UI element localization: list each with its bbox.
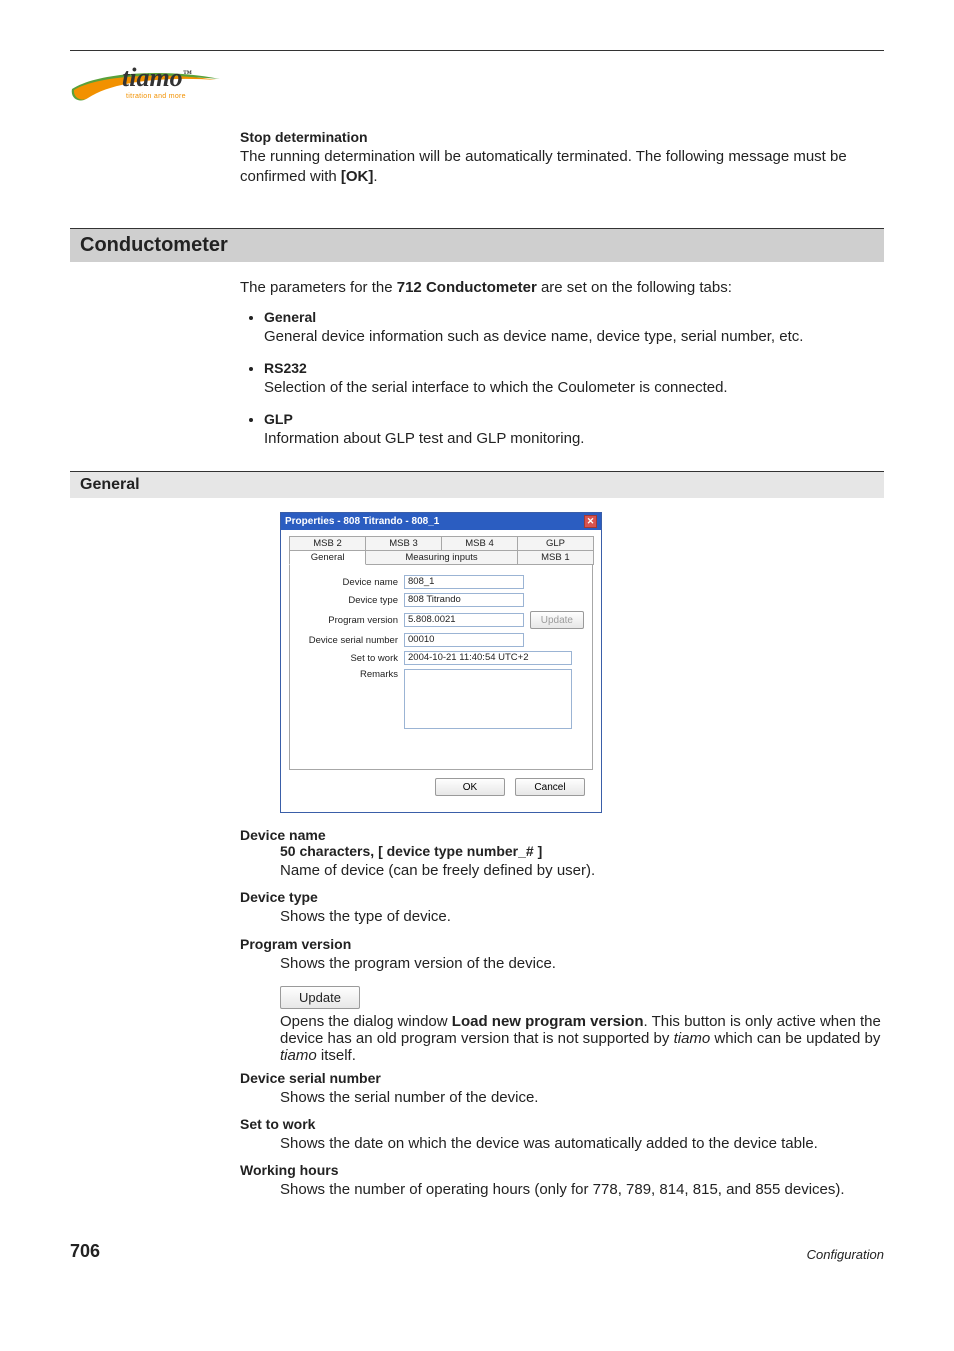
tab-glp[interactable]: GLP [517,536,594,550]
list-item: General General device information such … [264,308,884,347]
tab-msb1[interactable]: MSB 1 [517,550,594,565]
general-heading: General [70,471,884,498]
label-set-to-work: Set to work [298,653,404,664]
logo: tiamo™ titration and more [70,63,884,105]
tab-general[interactable]: General [289,550,366,565]
logo-tm: ™ [183,68,192,78]
label-device-name: Device name [298,577,404,588]
def-device-name: Device name 50 characters, [ device type… [240,827,884,881]
tab-msb4[interactable]: MSB 4 [441,536,518,550]
dialog-titlebar: Properties - 808 Titrando - 808_1 ✕ [281,513,601,530]
conductometer-tabs-list: General General device information such … [264,308,884,449]
def-working-hours: Working hours Shows the number of operat… [240,1162,884,1200]
label-remarks: Remarks [298,669,404,680]
device-type-field: 808 Titrando [404,593,524,607]
set-to-work-field: 2004-10-21 11:40:54 UTC+2 [404,651,572,665]
conductometer-intro: The parameters for the 712 Conductometer… [120,278,884,298]
logo-text: tiamo [122,63,183,92]
def-program-version: Program version Shows the program versio… [240,936,884,974]
list-item: GLP Information about GLP test and GLP m… [264,410,884,449]
cancel-button[interactable]: Cancel [515,778,585,796]
list-item: RS232 Selection of the serial interface … [264,359,884,398]
tab-measuring-inputs[interactable]: Measuring inputs [365,550,518,565]
def-device-type: Device type Shows the type of device. [240,889,884,927]
remarks-field[interactable] [404,669,572,729]
tab-msb3[interactable]: MSB 3 [365,536,442,550]
serial-number-field: 00010 [404,633,524,647]
tab-panel-general: Device name 808_1 Device type 808 Titran… [289,564,593,770]
label-device-type: Device type [298,595,404,606]
stop-determination-label: Stop determination [240,129,884,145]
stop-determination-text: The running determination will be automa… [240,147,884,188]
page-number: 706 [70,1241,100,1262]
close-icon[interactable]: ✕ [584,515,597,528]
def-set-to-work: Set to work Shows the date on which the … [240,1116,884,1154]
def-update-text: Opens the dialog window Load new program… [280,1013,884,1064]
device-name-field[interactable]: 808_1 [404,575,524,589]
def-serial-number: Device serial number Shows the serial nu… [240,1070,884,1108]
label-serial-number: Device serial number [298,635,404,646]
ok-button[interactable]: OK [435,778,505,796]
program-version-field: 5.808.0021 [404,613,524,627]
tab-msb2[interactable]: MSB 2 [289,536,366,550]
conductometer-heading: Conductometer [70,228,884,262]
label-program-version: Program version [298,615,404,626]
footer-section: Configuration [807,1247,884,1262]
dialog-title-text: Properties - 808 Titrando - 808_1 [285,516,439,527]
logo-tagline: titration and more [126,93,186,100]
properties-dialog: Properties - 808 Titrando - 808_1 ✕ MSB … [280,512,602,813]
update-button-graphic: Update [240,982,884,1013]
update-button[interactable]: Update [530,611,584,629]
